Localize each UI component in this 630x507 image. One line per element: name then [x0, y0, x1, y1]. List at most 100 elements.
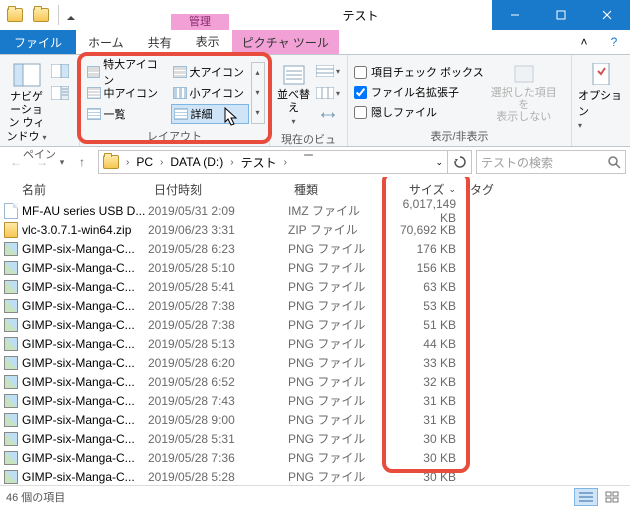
file-type-icon	[0, 222, 22, 238]
table-row[interactable]: GIMP-six-Manga-C...2019/05/28 5:28PNG ファ…	[0, 467, 630, 484]
chevron-right-icon[interactable]: ›	[281, 157, 290, 168]
add-columns-button[interactable]: ▾	[315, 83, 341, 103]
table-row[interactable]: GIMP-six-Manga-C...2019/05/28 5:13PNG ファ…	[0, 334, 630, 353]
chevron-right-icon[interactable]: ›	[227, 157, 236, 168]
file-date: 2019/05/28 6:20	[148, 356, 288, 370]
window-title: テスト	[229, 0, 492, 30]
file-size: 44 KB	[384, 337, 464, 351]
breadcrumb-item[interactable]: PC	[132, 151, 157, 173]
layout-large[interactable]: 大アイコン	[171, 62, 249, 82]
file-type: PNG ファイル	[288, 468, 384, 484]
layout-scroll-up[interactable]: ▴	[252, 63, 264, 83]
size-all-columns-button[interactable]	[315, 105, 341, 125]
col-name[interactable]: 名前	[0, 177, 148, 201]
details-view-toggle[interactable]	[574, 488, 598, 506]
table-row[interactable]: MF-AU series USB D...2019/05/31 2:09IMZ …	[0, 201, 630, 220]
breadcrumb-item[interactable]: テスト	[237, 151, 281, 173]
help-icon[interactable]: ?	[602, 35, 626, 49]
item-checkboxes-toggle[interactable]: 項目チェック ボックス	[354, 63, 484, 81]
file-name: GIMP-six-Manga-C...	[22, 337, 148, 351]
table-row[interactable]: vlc-3.0.7.1-win64.zip2019/06/23 3:31ZIP …	[0, 220, 630, 239]
col-tag[interactable]: タグ	[464, 177, 524, 201]
folder-icon	[99, 151, 123, 173]
options-button[interactable]: オプション▾	[578, 59, 624, 131]
medium-icons-icon	[87, 87, 101, 99]
checkbox-icon[interactable]	[354, 66, 367, 79]
layout-details[interactable]: 詳細	[171, 104, 249, 124]
table-row[interactable]: GIMP-six-Manga-C...2019/05/28 7:38PNG ファ…	[0, 296, 630, 315]
group-by-button[interactable]: ▾	[315, 61, 341, 81]
table-row[interactable]: GIMP-six-Manga-C...2019/05/28 5:41PNG ファ…	[0, 277, 630, 296]
file-name: GIMP-six-Manga-C...	[22, 375, 148, 389]
chevron-right-icon[interactable]: ›	[157, 157, 166, 168]
nav-back-button[interactable]: ←	[4, 150, 28, 174]
tab-home[interactable]: ホーム	[76, 30, 136, 54]
checkbox-icon[interactable]	[354, 86, 367, 99]
large-icons-view-toggle[interactable]	[600, 488, 624, 506]
table-row[interactable]: GIMP-six-Manga-C...2019/05/28 7:38PNG ファ…	[0, 315, 630, 334]
table-row[interactable]: GIMP-six-Manga-C...2019/05/28 6:52PNG ファ…	[0, 372, 630, 391]
col-date[interactable]: 日付時刻	[148, 177, 288, 201]
tab-share[interactable]: 共有	[136, 30, 184, 54]
layout-small[interactable]: 小アイコン	[171, 83, 249, 103]
quick-access-toolbar	[0, 0, 81, 30]
ribbon: ナビゲーション ウィンドウ ▾ ペイン 特大アイコン 大アイコン ▴ ▾ ▾ 中…	[0, 55, 630, 147]
status-bar: 46 個の項目	[0, 485, 630, 507]
minimize-button[interactable]	[492, 0, 538, 30]
col-type[interactable]: 種類	[288, 177, 384, 201]
chevron-right-icon[interactable]: ›	[123, 157, 132, 168]
maximize-button[interactable]	[538, 0, 584, 30]
ribbon-collapse-icon[interactable]: ˄	[572, 35, 596, 49]
preview-pane-button[interactable]	[47, 61, 73, 81]
layout-medium[interactable]: 中アイコン	[85, 83, 169, 103]
table-row[interactable]: GIMP-six-Manga-C...2019/05/28 5:10PNG ファ…	[0, 258, 630, 277]
table-row[interactable]: GIMP-six-Manga-C...2019/05/28 6:23PNG ファ…	[0, 239, 630, 258]
filename-ext-toggle[interactable]: ファイル名拡張子	[354, 83, 484, 101]
file-date: 2019/05/28 7:38	[148, 318, 288, 332]
table-row[interactable]: GIMP-six-Manga-C...2019/05/28 9:00PNG ファ…	[0, 410, 630, 429]
layout-extra-large[interactable]: 特大アイコン	[85, 62, 169, 82]
file-name: GIMP-six-Manga-C...	[22, 242, 148, 256]
file-type-icon	[0, 470, 22, 484]
breadcrumb-item[interactable]: DATA (D:)	[166, 151, 227, 173]
file-size: 32 KB	[384, 375, 464, 389]
nav-history-dropdown[interactable]: ▾	[56, 150, 68, 174]
sort-button[interactable]: 並べ替え▾	[276, 59, 311, 129]
table-row[interactable]: GIMP-six-Manga-C...2019/05/28 7:36PNG ファ…	[0, 448, 630, 467]
navigation-pane-button[interactable]: ナビゲーション ウィンドウ ▾	[6, 59, 47, 144]
file-size: 30 KB	[384, 451, 464, 465]
file-date: 2019/06/23 3:31	[148, 223, 288, 237]
search-box[interactable]: テストの検索	[476, 150, 626, 174]
file-size: 51 KB	[384, 318, 464, 332]
layout-scroll-down[interactable]: ▾	[252, 83, 264, 103]
tab-picture-tools[interactable]: ピクチャ ツール	[232, 30, 339, 54]
file-type: PNG ファイル	[288, 316, 384, 333]
hidden-items-toggle[interactable]: 隠しファイル	[354, 103, 484, 121]
layout-list[interactable]: 一覧	[85, 104, 169, 124]
layout-more[interactable]: ▾	[252, 103, 264, 123]
file-size: 30 KB	[384, 432, 464, 446]
group-options: オプション▾	[572, 55, 630, 146]
file-date: 2019/05/28 5:31	[148, 432, 288, 446]
qat-dropdown[interactable]	[65, 4, 77, 26]
tab-file[interactable]: ファイル	[0, 30, 76, 54]
file-name: GIMP-six-Manga-C...	[22, 356, 148, 370]
close-button[interactable]	[584, 0, 630, 30]
file-type: PNG ファイル	[288, 411, 384, 428]
file-date: 2019/05/28 6:23	[148, 242, 288, 256]
col-size[interactable]: サイズ⌄	[384, 177, 464, 201]
details-pane-button[interactable]	[47, 83, 73, 103]
file-type-icon	[0, 337, 22, 351]
table-row[interactable]: GIMP-six-Manga-C...2019/05/28 6:20PNG ファ…	[0, 353, 630, 372]
checkbox-icon[interactable]	[354, 106, 367, 119]
file-size: 30 KB	[384, 470, 464, 484]
refresh-button[interactable]	[447, 151, 471, 173]
table-row[interactable]: GIMP-six-Manga-C...2019/05/28 7:43PNG ファ…	[0, 391, 630, 410]
hide-selected-button[interactable]: 選択した項目を表示しない	[488, 59, 560, 123]
nav-forward-button[interactable]: →	[30, 150, 54, 174]
table-row[interactable]: GIMP-six-Manga-C...2019/05/28 5:31PNG ファ…	[0, 429, 630, 448]
address-dropdown[interactable]: ⌄	[431, 151, 447, 173]
address-bar[interactable]: › PC › DATA (D:) › テスト › ⌄	[98, 150, 472, 174]
nav-up-button[interactable]: ↑	[70, 150, 94, 174]
tab-view[interactable]: 表示	[184, 30, 232, 54]
